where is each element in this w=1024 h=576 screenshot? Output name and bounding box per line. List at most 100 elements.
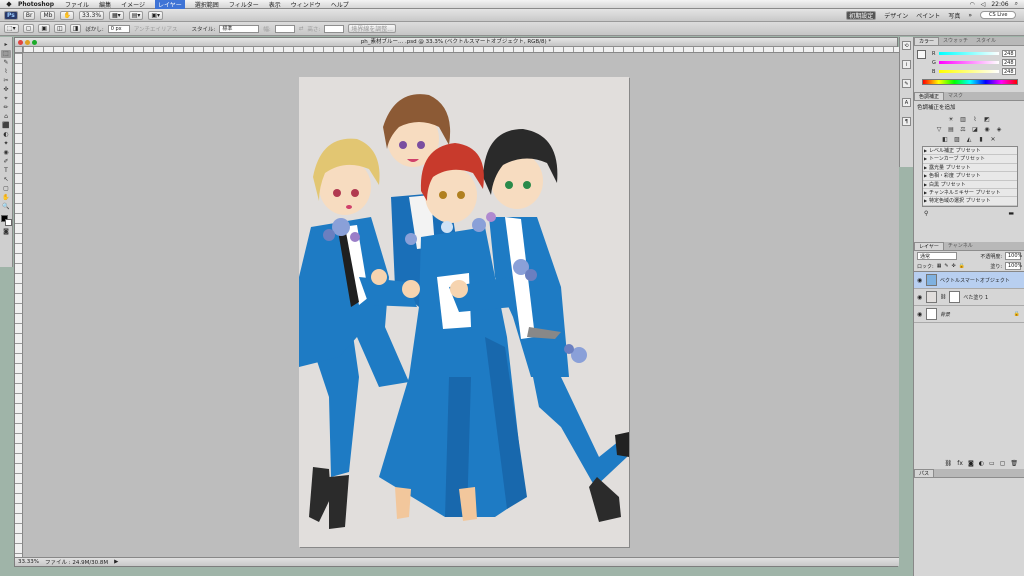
brightness-icon[interactable]: ☀ [947, 116, 955, 123]
dodge-tool-icon[interactable]: ◉ [1, 149, 11, 157]
green-slider[interactable] [939, 61, 999, 64]
color-spectrum-bar[interactable] [922, 79, 1018, 85]
lock-all-icon[interactable]: 🔒 [959, 263, 965, 269]
eyedropper-tool-icon[interactable]: ✜ [1, 86, 11, 94]
fx-icon[interactable]: fx [957, 460, 963, 467]
hand-tool-icon[interactable]: ✋ [1, 194, 11, 202]
brush-tool-icon[interactable]: ✏ [1, 104, 11, 112]
history-icon[interactable]: ⟲ [902, 41, 911, 50]
crop-tool-icon[interactable]: ✂ [1, 77, 11, 85]
width-input[interactable] [274, 24, 295, 33]
minimize-window-icon[interactable] [25, 39, 30, 45]
tool-preset-picker[interactable]: ⬚▾ [4, 24, 19, 33]
type-tool-icon[interactable]: T [1, 167, 11, 175]
trash-icon[interactable]: 🗑 [1010, 460, 1018, 467]
info-icon[interactable]: i [902, 60, 911, 69]
antialias-checkbox[interactable]: アンチエイリアス [134, 25, 178, 33]
layer-row[interactable]: ◉ 背景 🔒 [914, 306, 1024, 323]
quick-select-tool-icon[interactable]: ⌇ [1, 68, 11, 76]
gradient-tool-icon[interactable]: ◐ [1, 131, 11, 139]
fill-input[interactable]: 100% [1005, 262, 1022, 270]
color-swatches[interactable] [0, 215, 12, 227]
layer-mask-thumbnail[interactable] [949, 291, 961, 303]
status-zoom[interactable]: 33.33% [18, 559, 39, 565]
close-window-icon[interactable] [18, 39, 23, 45]
menu-edit[interactable]: 編集 [99, 0, 111, 9]
zoom-level-dropdown[interactable]: 33.3% [78, 10, 105, 20]
tab-color[interactable]: カラー [914, 37, 940, 45]
blur-tool-icon[interactable]: ✦ [1, 140, 11, 148]
character-icon[interactable]: A [902, 98, 911, 107]
tab-masks[interactable]: マスク [944, 92, 967, 100]
levels-icon[interactable]: ▥ [959, 116, 967, 123]
lock-transparency-icon[interactable]: ▦ [937, 263, 942, 269]
tab-styles[interactable]: スタイル [972, 37, 1000, 45]
layer-name[interactable]: べた塗り 1 [963, 294, 988, 301]
marquee-tool-icon[interactable]: ⬚ [1, 50, 11, 58]
preset-black-white[interactable]: 白黒 プリセット [923, 181, 1017, 189]
tab-layers[interactable]: レイヤー [914, 242, 944, 250]
blue-slider[interactable] [939, 70, 999, 73]
add-mask-icon[interactable]: ◙ [968, 460, 974, 467]
blend-mode-select[interactable]: 通常 [917, 252, 957, 260]
opacity-input[interactable]: 100% [1005, 252, 1022, 260]
color-balance-icon[interactable]: ⚖ [959, 126, 967, 133]
visibility-eye-icon[interactable]: ◉ [917, 277, 923, 284]
document-titlebar[interactable]: ph_素材ブルー... .psd @ 33.3% (ベクトルスマートオブジェクト… [15, 38, 897, 47]
preset-curves[interactable]: トーンカーブ プリセット [923, 155, 1017, 164]
path-select-tool-icon[interactable]: ↖ [1, 176, 11, 184]
invert-icon[interactable]: ◧ [941, 136, 949, 143]
tab-adjustments[interactable]: 色調補正 [914, 92, 945, 100]
tab-channels[interactable]: チャンネル [944, 242, 977, 250]
color-fg-swatch[interactable] [917, 50, 926, 59]
arrange-documents-dropdown[interactable]: ▤▾ [128, 10, 144, 20]
workspace-essentials[interactable]: 初期設定 [846, 10, 877, 20]
lock-pixels-icon[interactable]: ✎ [944, 263, 948, 269]
lock-position-icon[interactable]: ✜ [952, 263, 956, 269]
preset-exposure[interactable]: 露光量 プリセット [923, 164, 1017, 173]
bridge-button[interactable]: Br [22, 10, 36, 20]
workspace-paint[interactable]: ペイント [916, 11, 940, 20]
menu-help[interactable]: ヘルプ [331, 0, 349, 9]
zoom-tool-icon[interactable]: 🔍 [1, 203, 11, 211]
selective-color-icon[interactable]: ✕ [989, 136, 997, 143]
eraser-tool-icon[interactable]: ⬛ [1, 122, 11, 130]
new-selection-icon[interactable]: ▢ [22, 24, 35, 33]
minibridge-button[interactable]: Mb [40, 10, 56, 20]
posterize-icon[interactable]: ▨ [953, 136, 961, 143]
gradient-map-icon[interactable]: ▮ [977, 136, 985, 143]
exposure-icon[interactable]: ◩ [983, 116, 991, 123]
preset-channel-mixer[interactable]: チャンネルミキサー プリセット [923, 189, 1017, 198]
artwork-canvas[interactable] [299, 77, 629, 547]
app-menu[interactable]: Photoshop [18, 1, 54, 8]
feather-input[interactable]: 0 px [107, 24, 130, 33]
paragraph-icon[interactable]: ¶ [902, 117, 911, 126]
spotlight-icon[interactable]: ⌕ [1015, 0, 1018, 8]
canvas-area[interactable] [23, 53, 899, 558]
menu-view[interactable]: 表示 [269, 0, 281, 9]
green-value-input[interactable]: 248 [1002, 59, 1016, 66]
menu-layer[interactable]: レイヤー [154, 0, 185, 9]
hue-saturation-icon[interactable]: ▤ [947, 126, 955, 133]
layer-name[interactable]: ベクトルスマートオブジェクト [940, 277, 1010, 284]
preset-selective-color[interactable]: 特定色域の選択 プリセット [923, 197, 1017, 206]
clip-icon[interactable]: ⚲ [924, 210, 928, 217]
visibility-eye-icon[interactable]: ◉ [917, 311, 923, 318]
quick-mask-icon[interactable]: ◙ [1, 228, 11, 236]
pen-tool-icon[interactable]: ✐ [1, 158, 11, 166]
preset-hue-saturation[interactable]: 色相・彩度 プリセット [923, 172, 1017, 181]
workspace-design[interactable]: デザイン [884, 11, 908, 20]
black-white-icon[interactable]: ◪ [971, 126, 979, 133]
workspace-more-icon[interactable]: » [968, 12, 972, 19]
stamp-tool-icon[interactable]: ⌂ [1, 113, 11, 121]
preset-levels[interactable]: レベル補正 プリセット [923, 147, 1017, 156]
vibrance-icon[interactable]: ▽ [935, 126, 943, 133]
layer-name[interactable]: 背景 [940, 311, 950, 318]
blue-value-input[interactable]: 248 [1002, 68, 1016, 75]
cs-live-button[interactable]: CS Live [980, 11, 1016, 19]
add-selection-icon[interactable]: ▣ [38, 24, 51, 33]
layer-row[interactable]: ◉ ベクトルスマートオブジェクト [914, 272, 1024, 289]
red-slider[interactable] [939, 52, 999, 55]
clock[interactable]: 22:06 [991, 1, 1008, 8]
menu-window[interactable]: ウィンドウ [291, 0, 321, 9]
